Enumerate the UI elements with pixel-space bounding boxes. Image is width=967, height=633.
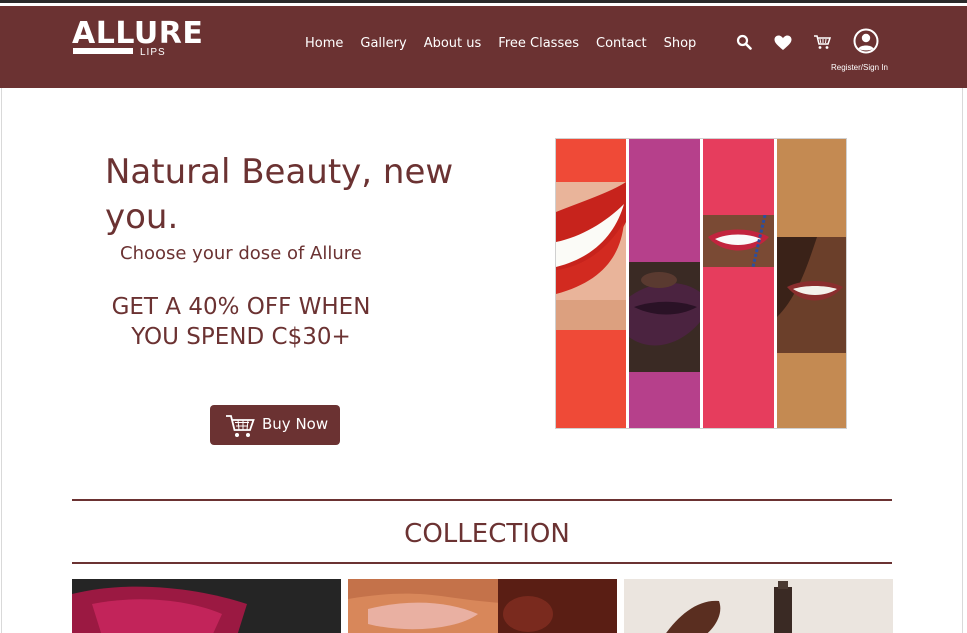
nav-about-us[interactable]: About us: [424, 36, 482, 51]
lipstick-smear-photo: [72, 579, 341, 633]
lipstick-swatch-photo: [624, 579, 893, 633]
promo-text: GET A 40% OFF WHEN YOU SPEND C$30+: [111, 294, 371, 350]
collection-top-divider: [72, 499, 892, 501]
collection-card-swatch[interactable]: [624, 579, 893, 633]
hero-title: Natural Beauty, new you.: [105, 152, 454, 237]
nav-free-classes[interactable]: Free Classes: [498, 36, 579, 51]
user-icon[interactable]: [853, 28, 879, 54]
red-lips-photo: [556, 182, 626, 330]
search-icon[interactable]: [736, 34, 752, 50]
shopping-cart-icon: [226, 415, 255, 437]
collage-strip-magenta: [629, 139, 700, 428]
cart-icon[interactable]: [813, 34, 831, 50]
nav-home[interactable]: Home: [305, 36, 343, 51]
register-sign-in-link[interactable]: Register/Sign In: [831, 63, 891, 72]
hero-subtitle: Choose your dose of Allure: [120, 243, 362, 264]
buy-now-label: Buy Now: [262, 415, 329, 433]
buy-now-button[interactable]: Buy Now: [210, 405, 340, 445]
laughing-woman-photo: [777, 237, 846, 353]
purple-lips-photo: [629, 262, 700, 372]
smile-photo: [703, 215, 774, 267]
collage-strip-tan: [777, 139, 846, 428]
collage-strip-red: [556, 139, 626, 428]
main-nav: Home Gallery About us Free Classes Conta…: [305, 36, 713, 51]
nav-contact[interactable]: Contact: [596, 36, 647, 51]
collage-strip-pink: [703, 139, 774, 428]
collection-bottom-divider: [72, 562, 892, 564]
logo-underline: [73, 48, 133, 54]
logo-subtext: LIPS: [140, 47, 166, 58]
heart-icon[interactable]: [774, 35, 792, 51]
nav-shop[interactable]: Shop: [664, 36, 697, 51]
applying-lipstick-photo: [348, 579, 617, 633]
site-header: ALLURE LIPS Home Gallery About us Free C…: [0, 6, 967, 88]
page-left-border: [1, 88, 2, 633]
collection-card-lips[interactable]: [348, 579, 617, 633]
collection-heading: COLLECTION: [404, 519, 570, 549]
allure-logo[interactable]: ALLURE LIPS: [72, 19, 212, 61]
nav-gallery[interactable]: Gallery: [360, 36, 406, 51]
logo-word: ALLURE: [72, 16, 204, 51]
page-right-border: [962, 88, 963, 633]
lips-collage-image: [555, 138, 847, 429]
collection-card-lipstick[interactable]: [72, 579, 341, 633]
